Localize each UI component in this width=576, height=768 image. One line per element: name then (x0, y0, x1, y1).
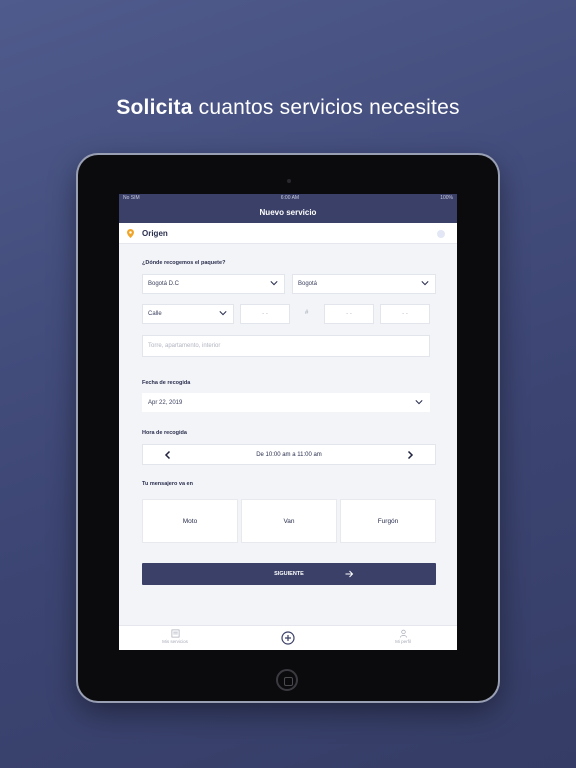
tab-profile[interactable]: Mi perfil (383, 629, 423, 644)
nav-title: Nuevo servicio (259, 208, 317, 217)
chevron-down-icon (270, 281, 278, 286)
department-value: Bogotá D.C (148, 281, 180, 287)
origin-header[interactable]: Origen (119, 223, 457, 244)
status-battery: 100% (440, 195, 453, 201)
list-icon (171, 629, 179, 638)
date-value: Apr 22, 2019 (148, 399, 183, 406)
location-pin-icon (127, 228, 134, 238)
city-select[interactable]: Bogotá (292, 274, 436, 294)
app-screen: No SIM 6:00 AM 100% Nuevo servicio Orige… (119, 194, 457, 650)
tab-services-label: Mis servicios (162, 639, 188, 644)
add-service-icon[interactable] (281, 631, 295, 645)
status-carrier: No SIM (123, 195, 140, 201)
vehicle-options: Moto Van Furgón (142, 499, 436, 543)
street-type-select[interactable]: Calle (142, 304, 234, 324)
chevron-down-icon (219, 311, 227, 316)
chevron-down-icon (415, 399, 423, 404)
address-extra-input[interactable]: Torre, apartamento, interior (142, 335, 430, 357)
status-bar: No SIM 6:00 AM 100% (119, 194, 457, 202)
nav-bar: Nuevo servicio (119, 202, 457, 223)
vehicle-label: Tu mensajero va en (142, 481, 193, 487)
vehicle-option-furgon[interactable]: Furgón (340, 499, 436, 543)
headline: Solicita cuantos servicios necesites (0, 96, 576, 120)
arrow-right-icon (345, 570, 354, 578)
tab-bar: Mis servicios Mi perfil (119, 625, 457, 650)
department-select[interactable]: Bogotá D.C (142, 274, 285, 294)
street-type-value: Calle (148, 311, 162, 317)
pickup-question: ¿Dónde recogemos el paquete? (142, 260, 226, 266)
home-button[interactable] (276, 669, 298, 691)
date-label: Fecha de recogida (142, 380, 191, 386)
time-selector: De 10:00 am a 11:00 am (142, 444, 436, 465)
tab-services[interactable]: Mis servicios (155, 629, 195, 644)
headline-rest: cuantos servicios necesites (192, 96, 460, 119)
next-button[interactable]: SIGUIENTE (142, 563, 436, 585)
street-number-input[interactable]: - - (240, 304, 290, 324)
user-icon (399, 629, 407, 638)
cross-number-input[interactable]: - - (324, 304, 374, 324)
camera (287, 179, 291, 183)
time-label: Hora de recogida (142, 430, 187, 436)
cross-number-placeholder: - - (346, 311, 352, 317)
vehicle-option-van[interactable]: Van (241, 499, 337, 543)
plate-number-input[interactable]: - - (380, 304, 430, 324)
time-value: De 10:00 am a 11:00 am (256, 451, 322, 458)
next-button-label: SIGUIENTE (274, 571, 304, 577)
headline-bold: Solicita (116, 96, 193, 119)
street-number-placeholder: - - (262, 311, 268, 317)
status-time: 6:00 AM (280, 195, 300, 201)
city-value: Bogotá (298, 281, 318, 287)
vehicle-option-moto[interactable]: Moto (142, 499, 238, 543)
chevron-right-icon[interactable] (405, 450, 415, 460)
plate-number-placeholder: - - (402, 311, 408, 317)
hash-symbol: # (305, 310, 309, 316)
tab-profile-label: Mi perfil (395, 639, 411, 644)
date-select[interactable]: Apr 22, 2019 (142, 393, 430, 412)
origin-toggle-icon[interactable] (437, 230, 445, 238)
origin-title: Origen (142, 228, 168, 238)
address-extra-placeholder: Torre, apartamento, interior (148, 343, 221, 349)
chevron-left-icon[interactable] (163, 450, 173, 460)
chevron-down-icon (421, 281, 429, 286)
